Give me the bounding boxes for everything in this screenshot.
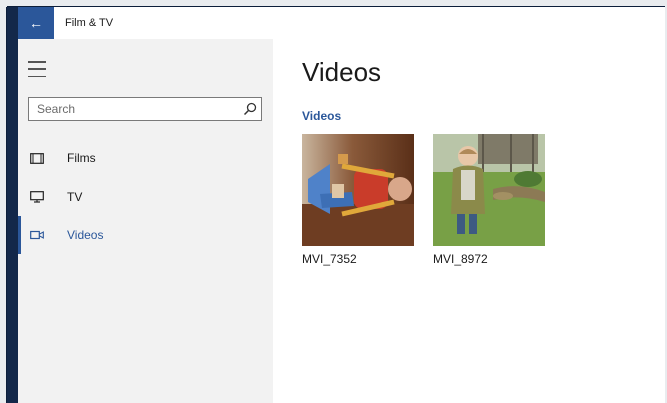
title-bar: ← Film & TV [18, 7, 665, 39]
search-box [28, 97, 262, 121]
tv-icon [30, 191, 50, 203]
sidebar-item-videos[interactable]: Videos [18, 216, 273, 254]
search-icon[interactable] [239, 102, 261, 116]
sidebar-item-films[interactable]: Films [18, 139, 273, 177]
video-thumbnail[interactable] [302, 134, 414, 246]
sidebar-item-label: Films [67, 151, 96, 165]
search-input[interactable] [29, 98, 239, 120]
sidebar-item-label: Videos [67, 228, 104, 242]
hamburger-menu-icon[interactable] [28, 61, 48, 77]
video-camera-icon [30, 230, 50, 240]
video-tile[interactable]: MVI_8972 [433, 134, 545, 266]
film-icon [30, 152, 50, 164]
selection-indicator [18, 216, 21, 254]
page-title: Videos [302, 57, 382, 87]
section-title[interactable]: Videos [302, 109, 341, 123]
app-title: Film & TV [65, 17, 114, 29]
window-frame [7, 7, 18, 403]
sidebar-item-tv[interactable]: TV [18, 178, 273, 216]
main-content: Videos Videos MVI_7352 MVI_8972 [273, 39, 665, 403]
app-window: ← Film & TV Films [7, 7, 665, 403]
back-button[interactable]: ← [18, 7, 54, 39]
video-thumbnail[interactable] [433, 134, 545, 246]
back-arrow-icon: ← [29, 15, 43, 31]
video-tile[interactable]: MVI_7352 [302, 134, 414, 266]
video-name: MVI_7352 [302, 252, 357, 266]
video-name: MVI_8972 [433, 252, 488, 266]
sidebar-item-label: TV [67, 190, 83, 204]
sidebar: Films TV Videos [18, 39, 273, 403]
